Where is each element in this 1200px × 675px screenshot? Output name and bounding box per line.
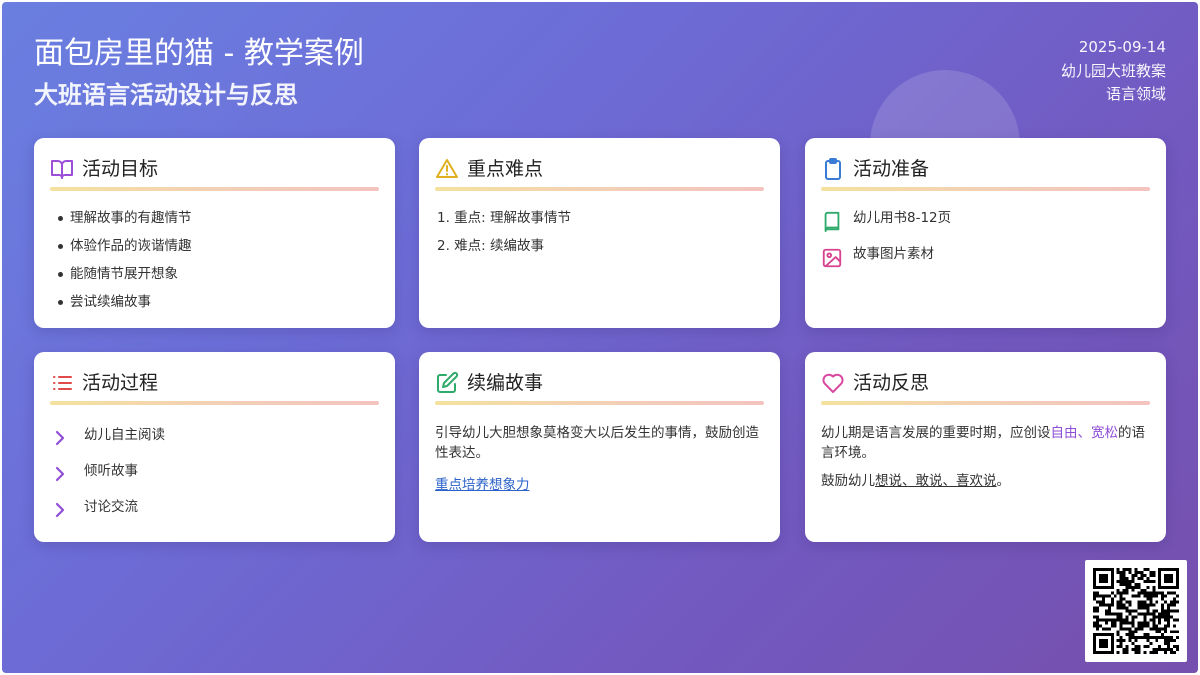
heart-icon — [822, 373, 844, 393]
list-icon — [53, 376, 72, 390]
chevron-right-icon — [55, 430, 65, 446]
list-item: 讨论交流 — [50, 495, 379, 531]
slide: 面包房里的猫 - 教学案例 大班语言活动设计与反思 2025-09-14 幼儿园… — [2, 2, 1198, 673]
card-sequel: 续编故事 引导幼儿大胆想象莫格变大以后发生的事情，鼓励创造性表达。 重点培养想象… — [419, 352, 780, 542]
divider — [435, 187, 764, 191]
list-item: 幼儿自主阅读 — [50, 423, 379, 459]
image-icon — [822, 248, 842, 268]
divider — [821, 187, 1150, 191]
reflection-paragraph-1: 幼儿期是语言发展的重要时期，应创设自由、宽松的语言环境。 — [821, 423, 1150, 463]
underlined-text: 想说、敢说、喜欢说 — [875, 473, 997, 489]
page-title: 面包房里的猫 - 教学案例 — [34, 36, 364, 71]
divider — [50, 187, 379, 191]
card-reflection: 活动反思 幼儿期是语言发展的重要时期，应创设自由、宽松的语言环境。 鼓励幼儿想说… — [805, 352, 1166, 542]
list-item: 能随情节展开想象 — [58, 265, 379, 293]
chevron-right-icon — [55, 466, 65, 482]
card-title: 活动过程 — [82, 372, 159, 394]
step-text: 倾听故事 — [84, 463, 138, 479]
list-item: 故事图片素材 — [821, 245, 1150, 281]
divider — [821, 401, 1150, 405]
prep-text: 幼儿用书8-12页 — [853, 210, 952, 226]
step-text: 幼儿自主阅读 — [84, 427, 165, 443]
card-title: 续编故事 — [467, 372, 544, 394]
list-item: 幼儿用书8-12页 — [821, 209, 1150, 245]
card-title: 重点难点 — [467, 158, 544, 180]
book-open-icon — [51, 160, 73, 179]
clipboard-icon — [825, 158, 841, 180]
meta-info: 2025-09-14 幼儿园大班教案 语言领域 — [1061, 36, 1166, 107]
list-item: 1. 重点: 理解故事情节 — [437, 210, 572, 226]
reflection-paragraph-2: 鼓励幼儿想说、敢说、喜欢说。 — [821, 471, 1150, 491]
page-subtitle: 大班语言活动设计与反思 — [34, 81, 298, 109]
card-preparation: 活动准备 幼儿用书8-12页 故事图片素材 — [805, 138, 1166, 328]
meta-type: 幼儿园大班教案 — [1060, 61, 1166, 80]
card-title: 活动目标 — [82, 158, 159, 180]
text-segment: 鼓励幼儿 — [821, 473, 875, 489]
card-goals: 活动目标 理解故事的有趣情节 体验作品的诙谐情趣 能随情节展开想象 尝试续编故事 — [34, 138, 395, 328]
list-item: 理解故事的有趣情节 — [58, 209, 379, 237]
prep-text: 故事图片素材 — [853, 246, 934, 262]
card-keypoints: 重点难点 1. 重点: 理解故事情节 2. 难点: 续编故事 — [419, 138, 780, 328]
sequel-text: 引导幼儿大胆想象莫格变大以后发生的事情，鼓励创造性表达。 — [435, 425, 759, 461]
list-item: 体验作品的诙谐情趣 — [58, 237, 379, 265]
edit-icon — [437, 371, 459, 393]
meta-domain: 语言领域 — [1105, 85, 1166, 103]
divider — [435, 401, 764, 405]
qr-code[interactable] — [1085, 560, 1187, 662]
meta-date: 2025-09-14 — [1078, 38, 1166, 56]
card-title: 活动准备 — [853, 158, 930, 180]
warning-icon — [436, 159, 458, 178]
list-item: 2. 难点: 续编故事 — [437, 238, 545, 254]
text-segment: 幼儿期是语言发展的重要时期，应创设 — [821, 425, 1051, 441]
card-title: 活动反思 — [853, 372, 930, 394]
text-segment: 。 — [996, 473, 1011, 489]
imagination-link[interactable]: 重点培养想象力 — [435, 473, 530, 493]
list-item: 倾听故事 — [50, 459, 379, 495]
chevron-right-icon — [55, 502, 65, 518]
divider — [50, 401, 379, 405]
highlight-text: 自由、宽松 — [1050, 425, 1119, 441]
book-icon — [824, 211, 840, 233]
step-text: 讨论交流 — [84, 499, 138, 515]
qr-code-image — [1093, 568, 1179, 654]
card-process: 活动过程 幼儿自主阅读 倾听故事 讨论交流 — [34, 352, 395, 542]
list-item: 尝试续编故事 — [58, 293, 379, 321]
